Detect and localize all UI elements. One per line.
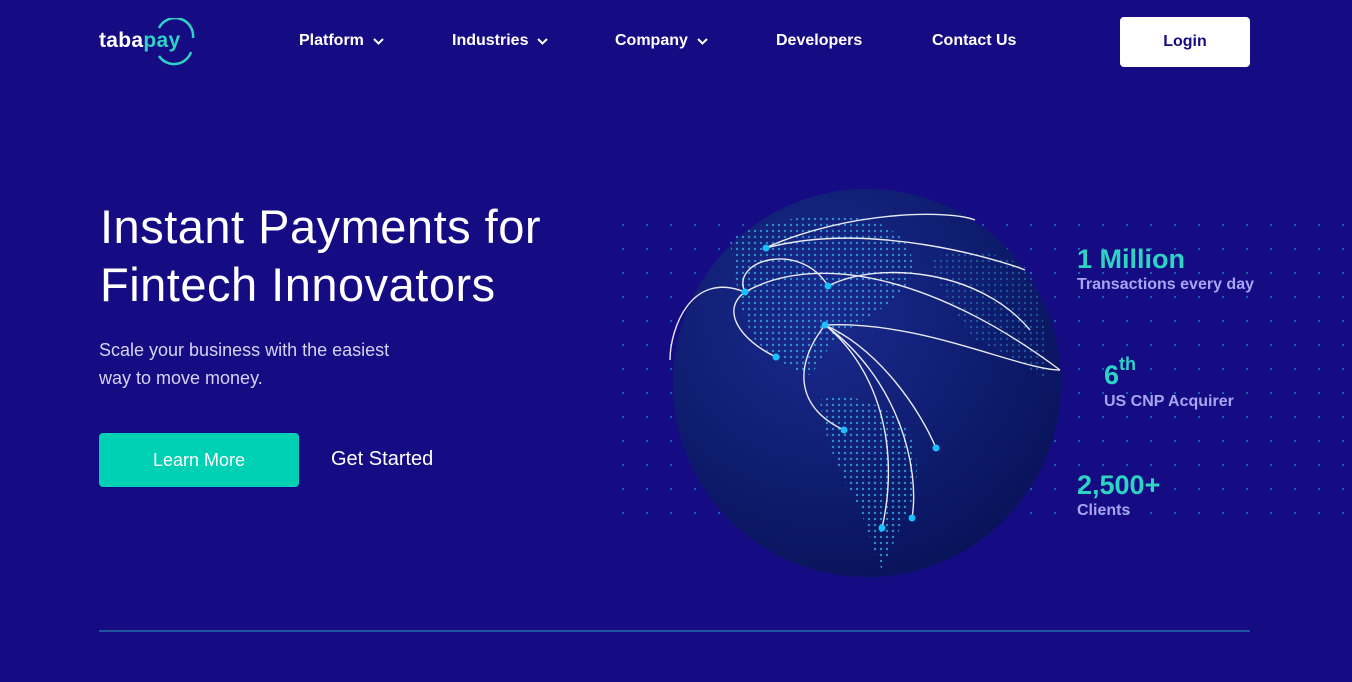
section-divider (99, 630, 1250, 632)
chevron-down-icon (373, 37, 384, 45)
logo-wordmark: tabapay (99, 29, 180, 53)
stat-transactions-value: 1 Million (1077, 244, 1185, 274)
nav-contact-label: Contact Us (932, 32, 1017, 49)
hero-subtitle-line1: Scale your business with the easiest (99, 340, 390, 360)
logo-main-text: taba (99, 29, 144, 52)
learn-more-button[interactable]: Learn More (99, 433, 299, 487)
hero-title-line1: Instant Payments for (100, 200, 542, 253)
nav-platform-label: Platform (299, 32, 364, 49)
top-navigation: tabapay Platform Industries Company Deve… (0, 0, 1352, 82)
stat-transactions-label: Transactions every day (1077, 276, 1254, 293)
logo-accent-text: pay (143, 29, 181, 52)
stat-acquirer-value: 6th (1104, 354, 1136, 391)
nav-company-label: Company (615, 32, 688, 49)
stat-clients-label: Clients (1077, 502, 1131, 519)
nav-platform[interactable]: Platform (299, 30, 384, 52)
chevron-down-icon (697, 37, 708, 45)
nav-industries-label: Industries (452, 32, 529, 49)
hero-subtitle-line2: way to move money. (99, 368, 263, 388)
nav-developers[interactable]: Developers (776, 30, 862, 52)
login-button[interactable]: Login (1120, 17, 1250, 67)
nav-developers-label: Developers (776, 32, 863, 49)
nav-company[interactable]: Company (615, 30, 708, 52)
chevron-down-icon (537, 37, 549, 45)
hero-subtitle: Scale your business with the easiest way… (99, 336, 479, 392)
nav-industries[interactable]: Industries (452, 30, 549, 52)
hero-title-line2: Fintech Innovators (100, 258, 496, 311)
stat-clients-value: 2,500+ (1077, 470, 1161, 500)
stat-acquirer-number: 6 (1104, 360, 1120, 390)
tabapay-logo[interactable]: tabapay (99, 18, 199, 68)
stat-acquirer-suffix: th (1119, 354, 1137, 374)
nav-contact-us[interactable]: Contact Us (932, 30, 1016, 52)
stat-acquirer-label: US CNP Acquirer (1104, 393, 1234, 410)
get-started-link[interactable]: Get Started (331, 445, 433, 473)
hero-title: Instant Payments for Fintech Innovators (100, 198, 640, 314)
globe-illustration (620, 189, 1352, 577)
